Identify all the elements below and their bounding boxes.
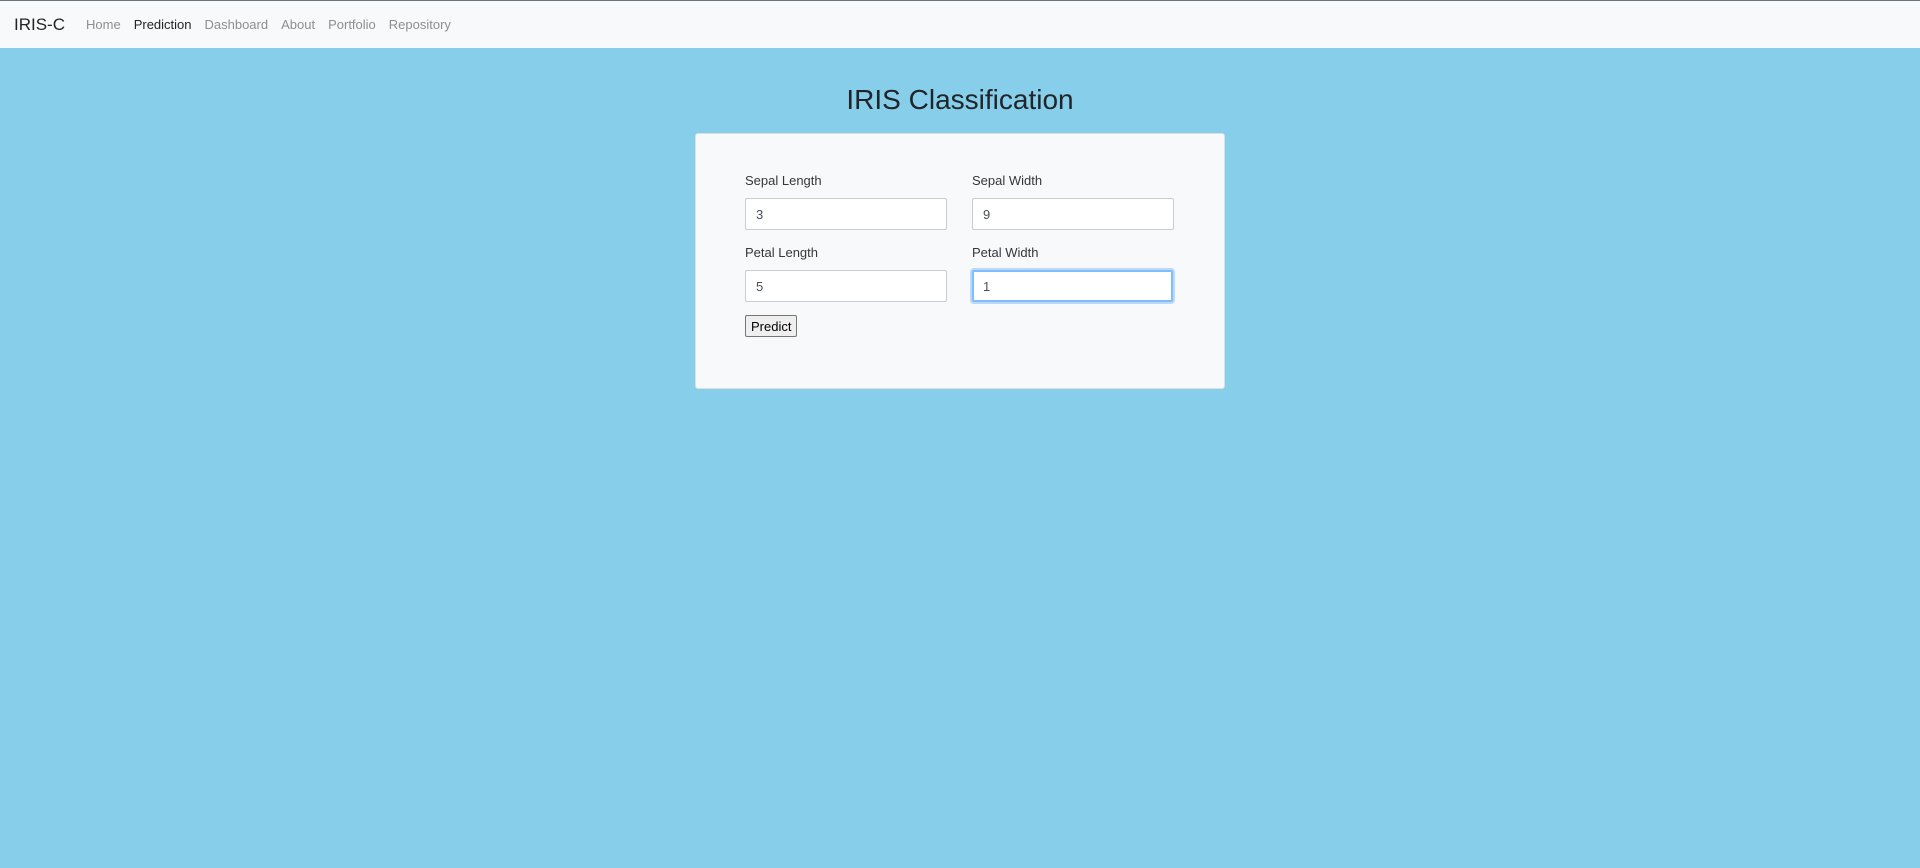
nav-link-home[interactable]: Home: [86, 17, 121, 32]
petal-length-label: Petal Length: [745, 245, 819, 260]
brand-logo[interactable]: IRIS-C: [14, 15, 65, 35]
sepal-length-field: Sepal Length: [745, 173, 947, 230]
petal-width-label: Petal Width: [972, 245, 1039, 260]
sepal-length-label: Sepal Length: [745, 173, 822, 188]
nav-link-prediction[interactable]: Prediction: [134, 17, 192, 32]
nav-link-dashboard[interactable]: Dashboard: [205, 17, 269, 32]
petal-length-field: Petal Length: [745, 245, 947, 302]
nav-link-repository[interactable]: Repository: [389, 17, 451, 32]
sepal-length-input[interactable]: [745, 198, 947, 230]
nav-link-portfolio[interactable]: Portfolio: [328, 17, 376, 32]
top-navbar: IRIS-C Home Prediction Dashboard About P…: [0, 0, 1920, 48]
prediction-form-card: Sepal Length Sepal Width Petal Length Pe…: [695, 133, 1225, 389]
sepal-width-field: Sepal Width: [972, 173, 1174, 230]
sepal-width-input[interactable]: [972, 198, 1174, 230]
sepal-width-label: Sepal Width: [972, 173, 1043, 188]
nav-link-about[interactable]: About: [281, 17, 315, 32]
petal-width-field: Petal Width: [972, 245, 1173, 302]
page-title: IRIS Classification: [846, 84, 1074, 115]
petal-length-input[interactable]: [745, 270, 947, 302]
petal-width-input[interactable]: [972, 270, 1173, 302]
predict-button[interactable]: Predict: [745, 315, 798, 337]
